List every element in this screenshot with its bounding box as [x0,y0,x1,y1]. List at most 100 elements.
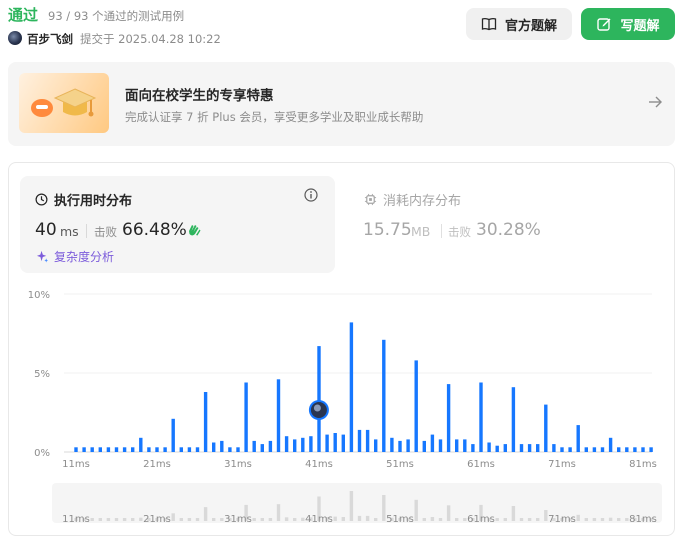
bar-70ms[interactable] [552,444,556,452]
mini-bar-49ms [382,495,386,521]
mini-bar-16ms [114,518,119,521]
bar-50ms[interactable] [390,437,394,452]
bar-34ms[interactable] [260,444,264,452]
bar-74ms[interactable] [584,447,588,452]
bar-39ms[interactable] [301,437,305,452]
bar-66ms[interactable] [519,444,524,452]
bar-29ms[interactable] [220,440,224,452]
bar-59ms[interactable] [463,439,467,452]
bar-51ms[interactable] [398,440,402,452]
bar-68ms[interactable] [536,444,540,452]
bar-58ms[interactable] [455,439,459,452]
y-tick-label: 0% [34,448,50,459]
avatar[interactable] [8,31,22,45]
bar-57ms[interactable] [446,384,451,452]
bar-27ms[interactable] [203,392,208,452]
mini-bar-66ms [519,518,524,521]
bar-46ms[interactable] [357,429,362,452]
bar-78ms[interactable] [617,447,621,452]
bar-24ms[interactable] [179,447,183,452]
bar-41ms[interactable] [317,346,321,452]
bar-72ms[interactable] [568,447,572,452]
bar-81ms[interactable] [641,447,645,452]
bar-37ms[interactable] [284,436,289,452]
mini-bar-73ms [576,514,580,521]
bar-73ms[interactable] [576,425,580,452]
official-solution-label: 官方题解 [504,17,557,33]
bar-43ms[interactable] [333,433,337,452]
bar-25ms[interactable] [187,447,192,452]
bar-77ms[interactable] [608,437,613,452]
bar-67ms[interactable] [527,444,532,452]
bar-23ms[interactable] [171,418,175,452]
bar-14ms[interactable] [98,447,102,452]
bar-79ms[interactable] [625,447,629,452]
bar-60ms[interactable] [471,444,475,452]
bar-13ms[interactable] [90,447,94,452]
bar-20ms[interactable] [147,447,151,452]
bar-63ms[interactable] [495,445,499,452]
x-tick-label: 51ms [386,459,414,470]
bar-62ms[interactable] [487,442,491,453]
info-icon[interactable] [304,188,318,202]
bar-80ms[interactable] [633,447,637,452]
x-tick-label: 41ms [305,459,333,470]
bar-61ms[interactable] [479,382,483,453]
arrow-right-icon[interactable] [647,94,663,110]
bar-44ms[interactable] [341,434,345,452]
bar-32ms[interactable] [244,382,248,453]
username-link[interactable]: 百步飞剑 [27,31,73,47]
bar-17ms[interactable] [122,447,127,452]
bar-36ms[interactable] [276,379,281,452]
bar-21ms[interactable] [155,447,159,452]
bar-35ms[interactable] [268,440,273,452]
bar-45ms[interactable] [349,322,354,452]
runtime-distribution-chart[interactable]: 0% 5% 10% 11ms 21ms 31ms 41ms 51ms 61ms 71ms 81ms [0,280,677,475]
bar-15ms[interactable] [106,447,111,452]
bar-64ms[interactable] [503,444,507,452]
bar-18ms[interactable] [131,447,135,452]
x-tick-label: 21ms [143,459,171,470]
bar-26ms[interactable] [195,447,200,452]
complexity-analysis-link[interactable]: 复杂度分析 [36,248,114,265]
bar-82ms[interactable] [649,447,653,452]
bar-49ms[interactable] [382,339,386,452]
bar-76ms[interactable] [600,447,605,452]
mini-bar-15ms [106,518,111,521]
bar-30ms[interactable] [228,447,232,452]
bar-31ms[interactable] [236,447,240,452]
bar-71ms[interactable] [560,447,564,452]
bar-65ms[interactable] [511,387,516,452]
mini-bar-64ms [503,518,507,521]
memory-title-text: 消耗内存分布 [383,194,462,209]
bar-55ms[interactable] [430,434,435,452]
bar-56ms[interactable] [438,439,443,452]
mini-bar-75ms [592,518,597,521]
bar-11ms[interactable] [74,447,78,452]
write-solution-button[interactable]: 写题解 [581,8,675,40]
bar-19ms[interactable] [139,437,143,452]
student-promo-banner[interactable]: 面向在校学生的专享特惠 完成认证享 7 折 Plus 会员，享受更多学业及职业成… [8,62,675,146]
bar-28ms[interactable] [212,442,216,453]
memory-tab[interactable]: 消耗内存分布 [364,190,461,209]
bar-69ms[interactable] [544,404,548,452]
mini-bar-18ms [131,518,135,521]
bar-47ms[interactable] [365,429,370,452]
bar-75ms[interactable] [592,447,597,452]
x-tick-label: 31ms [224,459,252,470]
bar-16ms[interactable] [114,447,119,452]
bar-48ms[interactable] [374,439,378,452]
bar-54ms[interactable] [422,440,426,452]
bar-53ms[interactable] [414,360,418,452]
bar-33ms[interactable] [252,440,256,452]
bar-52ms[interactable] [406,439,410,452]
bar-12ms[interactable] [82,447,86,452]
official-solution-button[interactable]: 官方题解 [466,8,572,40]
bar-22ms[interactable] [163,447,167,452]
bar-38ms[interactable] [293,439,297,452]
runtime-panel[interactable]: 执行用时分布 40 ms 击败 66.48% 复杂度分析 [20,176,335,273]
slider-tick-label: 11ms [62,514,90,525]
range-slider-preview[interactable]: 11ms 21ms 31ms 41ms 51ms 61ms 71ms 81ms [0,483,677,528]
bar-42ms[interactable] [325,434,329,452]
bar-40ms[interactable] [309,436,313,452]
